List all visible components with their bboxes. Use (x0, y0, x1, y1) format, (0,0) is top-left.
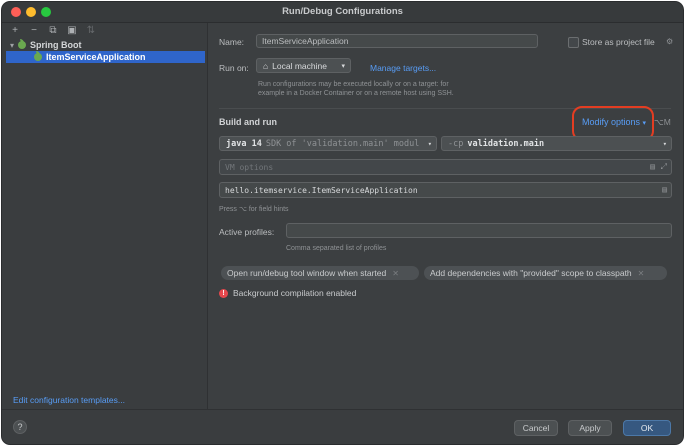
run-debug-configurations-dialog: Run/Debug Configurations + − ⧉ ▣ ⇅ ▾ Spr… (2, 2, 683, 444)
chevron-down-icon: ▾ (662, 139, 667, 148)
window-title: Run/Debug Configurations (282, 6, 403, 17)
add-configuration-icon[interactable]: + (10, 25, 20, 36)
warning-text: Background compilation enabled (233, 288, 357, 298)
ok-button[interactable]: OK (623, 420, 671, 436)
browse-main-class-icon[interactable]: ▤ (662, 185, 667, 194)
chip-label: Open run/debug tool window when started (227, 268, 387, 278)
expand-field-icon[interactable]: ▤ (650, 162, 655, 171)
name-field[interactable]: ItemServiceApplication (256, 34, 538, 48)
remove-configuration-icon[interactable]: − (29, 25, 39, 36)
configurations-sidebar: + − ⧉ ▣ ⇅ ▾ Spring Boot ItemServiceAppli… (2, 23, 208, 409)
chevron-down-icon: ▾ (427, 139, 432, 148)
tree-item-label: Spring Boot (30, 40, 82, 50)
classpath-module-dropdown[interactable]: -cp validation.main ▾ (441, 136, 672, 151)
tree-item-spring-boot[interactable]: ▾ Spring Boot (10, 39, 82, 51)
jdk-dropdown[interactable]: java 14 SDK of 'validation.main' modul ▾ (219, 136, 437, 151)
copy-configuration-icon[interactable]: ⧉ (48, 25, 58, 36)
store-as-project-file-checkbox[interactable] (568, 37, 579, 48)
classpath-flag: -cp (448, 138, 464, 149)
apply-button[interactable]: Apply (568, 420, 612, 436)
main-class-field[interactable]: hello.itemservice.ItemServiceApplication… (219, 182, 672, 198)
run-on-dropdown[interactable]: ⌂ Local machine ▾ (256, 58, 351, 73)
name-label: Name: (219, 37, 245, 47)
chevron-down-icon: ▾ (642, 120, 647, 127)
open-tool-window-chip[interactable]: Open run/debug tool window when started … (221, 266, 419, 280)
edit-configuration-templates-link[interactable]: Edit configuration templates... (13, 395, 125, 405)
sort-icon[interactable]: ⇅ (86, 25, 96, 36)
help-button[interactable]: ? (13, 420, 27, 434)
run-on-label: Run on: (219, 63, 249, 73)
chevron-down-icon: ▾ (341, 62, 345, 70)
home-icon: ⌂ (263, 60, 269, 71)
jdk-version: java 14 (226, 138, 262, 149)
remove-chip-icon[interactable]: ✕ (638, 269, 645, 278)
run-on-value: Local machine (272, 60, 327, 71)
run-on-hint-line-2: example in a Docker Container or on a re… (258, 90, 454, 97)
spring-boot-icon (18, 39, 27, 49)
title-bar: Run/Debug Configurations (2, 2, 683, 23)
chip-label: Add dependencies with "provided" scope t… (430, 268, 632, 278)
classpath-module: validation.main (467, 138, 545, 149)
provided-scope-chip[interactable]: Add dependencies with "provided" scope t… (424, 266, 667, 280)
active-profiles-hint: Comma separated list of profiles (286, 245, 387, 252)
dialog-footer: ? Cancel Apply OK (2, 409, 683, 444)
jdk-module: SDK of 'validation.main' modul (265, 138, 420, 149)
build-and-run-heading: Build and run (219, 117, 277, 127)
manage-targets-link[interactable]: Manage targets... (370, 63, 436, 73)
name-value: ItemServiceApplication (262, 36, 349, 46)
active-profiles-label: Active profiles: (219, 227, 275, 237)
spring-boot-icon (34, 51, 42, 61)
vm-options-field[interactable]: VM options ▤ ⤢ (219, 159, 672, 175)
main-class-value: hello.itemservice.ItemServiceApplication (225, 185, 418, 195)
store-as-project-file-label: Store as project file (582, 37, 655, 47)
field-hints-hint: Press ⌥ for field hints (219, 206, 289, 213)
chevron-down-icon[interactable]: ▾ (10, 41, 14, 50)
modify-options-shortcut: ⌥M (654, 117, 671, 127)
tree-item-item-service-application[interactable]: ItemServiceApplication (6, 51, 205, 63)
background-compilation-warning: ! Background compilation enabled (219, 288, 356, 298)
run-on-hint-line-1: Run configurations may be executed local… (258, 81, 449, 88)
tree-item-label: ItemServiceApplication (46, 52, 146, 62)
active-profiles-field[interactable] (286, 223, 672, 238)
modify-options-label: Modify options (582, 117, 641, 127)
settings-gear-icon[interactable]: ⚙ (666, 37, 673, 46)
fullscreen-icon[interactable]: ⤢ (661, 162, 667, 172)
cancel-button[interactable]: Cancel (514, 420, 558, 436)
error-icon: ! (219, 288, 228, 298)
sidebar-toolbar: + − ⧉ ▣ ⇅ (10, 25, 96, 36)
folder-icon[interactable]: ▣ (67, 25, 77, 36)
remove-chip-icon[interactable]: ✕ (392, 269, 399, 278)
modify-options-button[interactable]: Modify options ▾ (582, 117, 646, 127)
vm-options-placeholder: VM options (225, 162, 274, 172)
configuration-form: Name: ItemServiceApplication Store as pr… (208, 23, 683, 409)
